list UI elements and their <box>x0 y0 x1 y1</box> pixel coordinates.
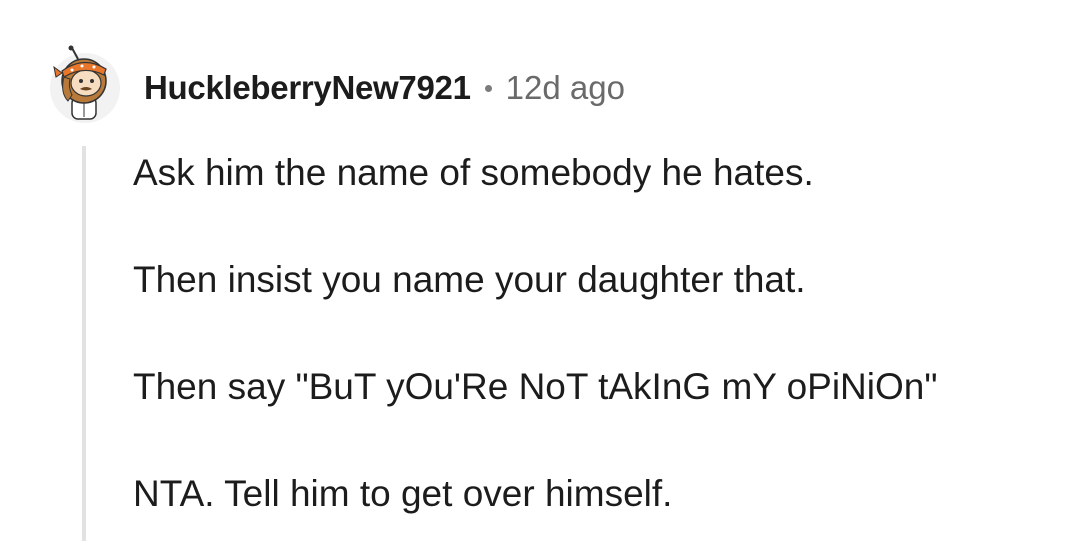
author-username[interactable]: HuckleberryNew7921 <box>144 69 471 107</box>
comment-paragraph: NTA. Tell him to get over himself. <box>133 473 673 514</box>
separator-dot <box>484 84 492 92</box>
thread-collapse-line[interactable] <box>82 146 86 541</box>
avatar[interactable] <box>50 45 120 123</box>
comment-paragraph: Then say "BuT yOu'Re NoT tAkInG mY oPiNi… <box>133 366 938 407</box>
comment-timestamp: 12d ago <box>505 69 625 106</box>
comment-header: HuckleberryNew7921 12d ago <box>50 45 625 124</box>
comment-paragraph: Ask him the name of somebody he hates. <box>133 152 814 193</box>
comment-body: Ask him the name of somebody he hates. T… <box>133 150 1053 517</box>
comment: HuckleberryNew7921 12d ago Ask him the n… <box>0 0 1080 541</box>
snoo-avatar-icon <box>53 45 107 120</box>
comment-paragraph: Then insist you name your daughter that. <box>133 259 806 300</box>
